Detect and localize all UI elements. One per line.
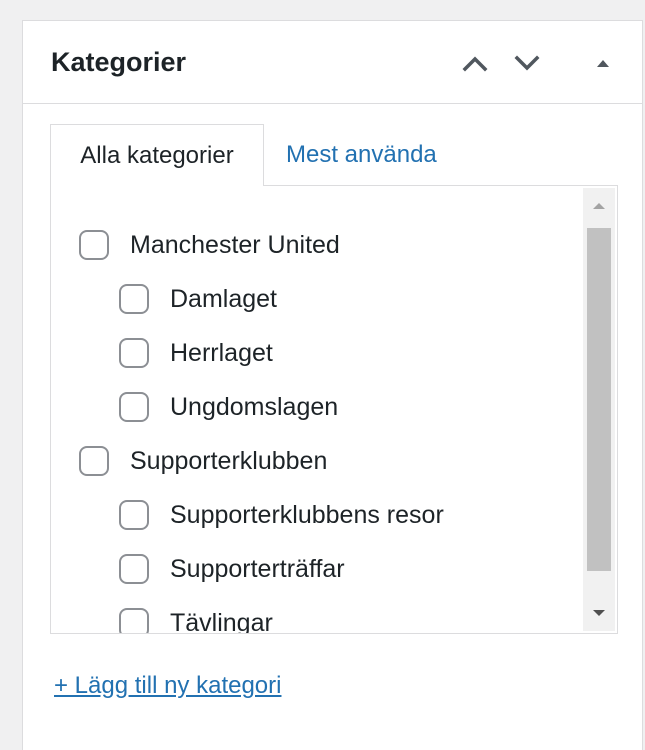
- tab-most-used[interactable]: Mest använda: [286, 124, 437, 186]
- categories-panel: Kategorier Alla kategorier Mest använda …: [22, 20, 643, 750]
- category-label: Ungdomslagen: [170, 392, 339, 421]
- move-down-button[interactable]: [509, 45, 545, 81]
- tab-all-categories[interactable]: Alla kategorier: [50, 124, 264, 186]
- category-label: Damlaget: [170, 284, 277, 313]
- scroll-down-arrow[interactable]: [583, 595, 615, 631]
- chevron-down-icon: [514, 55, 540, 71]
- scroll-up-icon: [593, 203, 605, 209]
- category-item[interactable]: Damlaget: [119, 284, 277, 314]
- category-item[interactable]: Manchester United: [79, 230, 340, 260]
- category-checkbox[interactable]: [119, 554, 149, 584]
- triangle-up-icon: [597, 60, 609, 67]
- category-item[interactable]: Supporterklubben: [79, 446, 327, 476]
- category-label: Supporterklubbens resor: [170, 500, 444, 529]
- category-label: Supporterträffar: [170, 554, 345, 583]
- category-label: Herrlaget: [170, 338, 273, 367]
- category-item[interactable]: Herrlaget: [119, 338, 273, 368]
- move-up-button[interactable]: [457, 45, 493, 81]
- category-checklist[interactable]: Manchester United Damlaget Herrlaget Ungdom…: [50, 185, 618, 634]
- scroll-down-icon: [593, 610, 605, 616]
- category-checkbox[interactable]: [119, 608, 149, 633]
- category-checkbox[interactable]: [119, 284, 149, 314]
- category-checkbox[interactable]: [119, 338, 149, 368]
- category-item[interactable]: Ungdomslagen: [119, 392, 338, 422]
- category-label: Supporterklubben: [130, 446, 328, 475]
- category-item[interactable]: Tävlingar: [119, 608, 273, 634]
- scroll-thumb[interactable]: [587, 228, 611, 571]
- add-new-category-link[interactable]: + Lägg till ny kategori: [54, 672, 281, 700]
- panel-title: Kategorier: [51, 47, 187, 77]
- category-label: Manchester United: [130, 230, 340, 259]
- category-item[interactable]: Supporterklubbens resor: [119, 500, 444, 530]
- scrollbar[interactable]: [583, 188, 615, 631]
- category-checkbox[interactable]: [79, 446, 109, 476]
- panel-header: Kategorier: [23, 21, 642, 104]
- category-checkbox[interactable]: [79, 230, 109, 260]
- chevron-up-icon: [462, 56, 488, 72]
- scroll-up-arrow[interactable]: [583, 188, 615, 224]
- toggle-panel-button[interactable]: [585, 45, 621, 81]
- category-checkbox[interactable]: [119, 392, 149, 422]
- category-item[interactable]: Supporterträffar: [119, 554, 345, 584]
- category-checkbox[interactable]: [119, 500, 149, 530]
- category-tabs: Alla kategorier Mest använda: [50, 124, 642, 186]
- category-label: Tävlingar: [170, 608, 273, 634]
